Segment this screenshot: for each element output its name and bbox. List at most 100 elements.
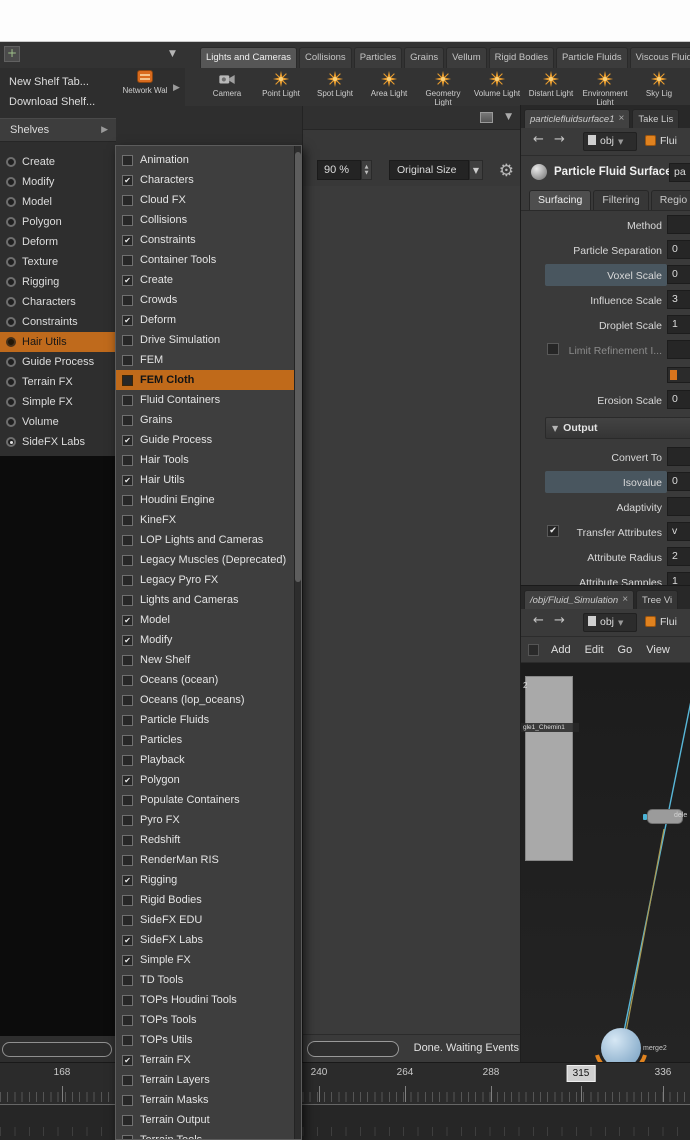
menu-item-new-shelf-tab[interactable]: New Shelf Tab... bbox=[0, 73, 115, 92]
menu-item-kinefx[interactable]: KineFX bbox=[116, 510, 296, 530]
menu-item-td-tools[interactable]: TD Tools bbox=[116, 970, 296, 990]
shelf-tool-environment-light[interactable]: Environment Light bbox=[578, 68, 632, 106]
param-checkbox[interactable]: ✔ bbox=[547, 525, 559, 537]
menu-item-cloud-fx[interactable]: Cloud FX bbox=[116, 190, 296, 210]
param-field[interactable]: 1 bbox=[667, 572, 690, 585]
pane-expand-arrow-icon[interactable]: ▶ bbox=[173, 83, 180, 93]
shelf-set-constraints[interactable]: Constraints bbox=[0, 312, 116, 332]
shelf-set-guide-process[interactable]: Guide Process bbox=[0, 352, 116, 372]
network-node-block[interactable] bbox=[525, 676, 573, 861]
menu-item-fem[interactable]: FEM bbox=[116, 350, 296, 370]
shelves-section-header[interactable]: Shelves ▶ bbox=[0, 118, 116, 142]
menu-item-lights-and-cameras[interactable]: Lights and Cameras bbox=[116, 590, 296, 610]
menu-item-legacy-muscles-deprecated[interactable]: Legacy Muscles (Deprecated) bbox=[116, 550, 296, 570]
menu-item-sidefx-edu[interactable]: SideFX EDU bbox=[116, 910, 296, 930]
node-name-field[interactable]: pa bbox=[669, 163, 690, 182]
sphere-node[interactable] bbox=[601, 1028, 641, 1062]
param-field[interactable]: v bbox=[667, 522, 690, 541]
menu-item-grains[interactable]: Grains bbox=[116, 410, 296, 430]
pane-tab-take-list[interactable]: Take Lis bbox=[632, 109, 680, 128]
menu-add[interactable]: Add bbox=[551, 644, 571, 656]
shelf-tab-particle-fluids[interactable]: Particle Fluids bbox=[555, 47, 628, 68]
shelf-tool-distant-light[interactable]: Distant Light bbox=[524, 68, 578, 106]
menu-scrollbar-thumb[interactable] bbox=[295, 152, 301, 582]
menu-item-tops-tools[interactable]: TOPs Tools bbox=[116, 1010, 296, 1030]
param-checkbox[interactable] bbox=[547, 343, 559, 355]
menu-scrollbar[interactable] bbox=[294, 146, 301, 1139]
stepper-up-icon[interactable]: ▲ bbox=[365, 164, 369, 170]
menu-item-characters[interactable]: ✔ Characters bbox=[116, 170, 296, 190]
size-mode-dropdown[interactable]: Original Size bbox=[389, 160, 469, 180]
menu-item-tops-utils[interactable]: TOPs Utils bbox=[116, 1030, 296, 1050]
menu-item-houdini-engine[interactable]: Houdini Engine bbox=[116, 490, 296, 510]
param-field[interactable]: 0 bbox=[667, 240, 690, 259]
param-field[interactable] bbox=[667, 340, 690, 359]
menu-edit[interactable]: Edit bbox=[585, 644, 604, 656]
shelf-set-rigging[interactable]: Rigging bbox=[0, 272, 116, 292]
shelf-tool-sky-lig[interactable]: Sky Lig bbox=[632, 68, 686, 106]
shelf-tab-collisions[interactable]: Collisions bbox=[299, 47, 352, 68]
menu-item-polygon[interactable]: ✔ Polygon bbox=[116, 770, 296, 790]
menu-item-tops-houdini-tools[interactable]: TOPs Houdini Tools bbox=[116, 990, 296, 1010]
shelf-tool-volume-light[interactable]: Volume Light bbox=[470, 68, 524, 106]
path-root-dropdown[interactable]: obj ▼ bbox=[583, 132, 637, 151]
shelf-set-modify[interactable]: Modify bbox=[0, 172, 116, 192]
shelf-tab-grains[interactable]: Grains bbox=[404, 47, 445, 68]
menu-item-crowds[interactable]: Crowds bbox=[116, 290, 296, 310]
shelf-tab-lights-and-cameras[interactable]: Lights and Cameras bbox=[200, 47, 298, 68]
size-dropdown-caret-icon[interactable]: ▼ bbox=[469, 160, 483, 180]
menu-item-lop-lights-and-cameras[interactable]: LOP Lights and Cameras bbox=[116, 530, 296, 550]
menu-item-pyro-fx[interactable]: Pyro FX bbox=[116, 810, 296, 830]
shelf-tool-area-light[interactable]: Area Light bbox=[362, 68, 416, 106]
close-tab-icon[interactable]: × bbox=[622, 595, 628, 605]
shelf-set-deform[interactable]: Deform bbox=[0, 232, 116, 252]
menu-item-create[interactable]: ✔ Create bbox=[116, 270, 296, 290]
shelf-set-characters[interactable]: Characters bbox=[0, 292, 116, 312]
menu-item-fluid-containers[interactable]: Fluid Containers bbox=[116, 390, 296, 410]
pane-tab-tree-view[interactable]: Tree Vi bbox=[636, 590, 679, 609]
menu-item-new-shelf[interactable]: New Shelf bbox=[116, 650, 296, 670]
menu-item-terrain-output[interactable]: Terrain Output bbox=[116, 1110, 296, 1130]
shelf-set-sidefx-labs[interactable]: SideFX Labs bbox=[0, 432, 116, 452]
left-pane-scrollbar[interactable] bbox=[2, 1042, 112, 1057]
param-field[interactable]: 0 bbox=[667, 472, 690, 491]
param-tab-filtering[interactable]: Filtering bbox=[593, 190, 649, 210]
shelf-tool-spot-light[interactable]: Spot Light bbox=[308, 68, 362, 106]
wire-yellow[interactable] bbox=[624, 828, 665, 1038]
menu-item-guide-process[interactable]: ✔ Guide Process bbox=[116, 430, 296, 450]
menu-item-terrain-masks[interactable]: Terrain Masks bbox=[116, 1090, 296, 1110]
nav-forward-icon[interactable]: → bbox=[554, 133, 565, 146]
param-field[interactable]: 0 bbox=[667, 390, 690, 409]
new-shelf-tab-plus-button[interactable]: + bbox=[4, 46, 20, 62]
ramp-widget[interactable] bbox=[667, 366, 690, 383]
param-field[interactable]: 2 bbox=[667, 547, 690, 566]
nav-forward-icon[interactable]: → bbox=[554, 614, 565, 627]
pane-layout-icon[interactable] bbox=[480, 112, 493, 123]
shelf-set-terrain-fx[interactable]: Terrain FX bbox=[0, 372, 116, 392]
menu-item-populate-containers[interactable]: Populate Containers bbox=[116, 790, 296, 810]
path-node-chip[interactable]: Flui bbox=[645, 614, 677, 633]
menu-item-simple-fx[interactable]: ✔ Simple FX bbox=[116, 950, 296, 970]
shelf-set-simple-fx[interactable]: Simple FX bbox=[0, 392, 116, 412]
menu-go[interactable]: Go bbox=[618, 644, 633, 656]
menu-item-animation[interactable]: Animation bbox=[116, 150, 296, 170]
param-tab-surfacing[interactable]: Surfacing bbox=[529, 190, 592, 210]
shelf-tab-particles[interactable]: Particles bbox=[353, 47, 403, 68]
menu-item-oceans-ocean[interactable]: Oceans (ocean) bbox=[116, 670, 296, 690]
shelf-tool-camera[interactable]: Camera bbox=[200, 68, 254, 106]
param-field[interactable]: 0 bbox=[667, 265, 690, 284]
menu-item-modify[interactable]: ✔ Modify bbox=[116, 630, 296, 650]
menu-item-legacy-pyro-fx[interactable]: Legacy Pyro FX bbox=[116, 570, 296, 590]
param-field[interactable]: 1 bbox=[667, 315, 690, 334]
pane-tab-fluid-simulation[interactable]: /obj/Fluid_Simulation × bbox=[524, 590, 635, 609]
viewer-settings-gear-icon[interactable]: ⚙ bbox=[499, 158, 514, 184]
menu-item-terrain-layers[interactable]: Terrain Layers bbox=[116, 1070, 296, 1090]
playbar-timeline[interactable]: 168 240 264 288 336 315 bbox=[0, 1062, 690, 1140]
network-canvas[interactable]: 2 gle1_Chemin1 dele merge2 bbox=[521, 663, 690, 1062]
menu-item-drive-simulation[interactable]: Drive Simulation bbox=[116, 330, 296, 350]
menu-view[interactable]: View bbox=[646, 644, 670, 656]
menu-item-constraints[interactable]: ✔ Constraints bbox=[116, 230, 296, 250]
shelf-set-volume[interactable]: Volume bbox=[0, 412, 116, 432]
menu-item-terrain-tools[interactable]: Terrain Tools bbox=[116, 1130, 296, 1139]
menu-item-oceans-lop-oceans[interactable]: Oceans (lop_oceans) bbox=[116, 690, 296, 710]
